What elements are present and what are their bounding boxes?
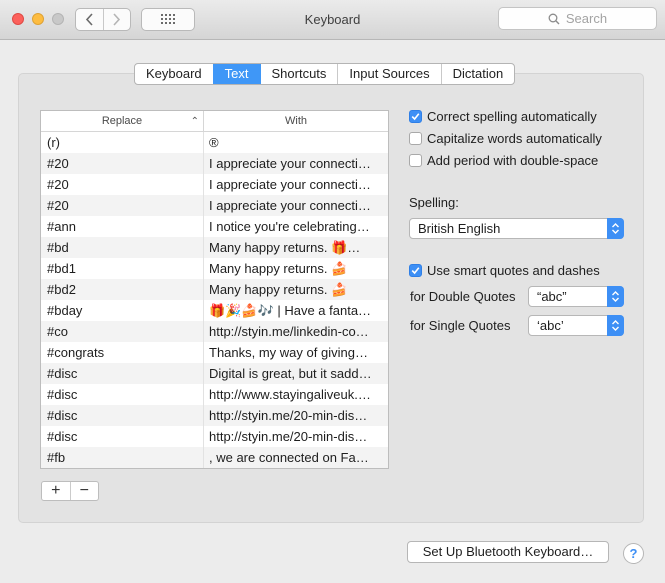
table-row[interactable]: #bd1 Many happy returns. 🍰 (41, 258, 388, 279)
table-row[interactable]: #disc http://styin.me/20-min-dis… (41, 405, 388, 426)
table-row[interactable]: #congrats Thanks, my way of giving… (41, 342, 388, 363)
cell-replace[interactable]: #20 (41, 153, 204, 174)
checkbox-unchecked-icon[interactable] (409, 154, 422, 167)
cell-replace[interactable]: #20 (41, 195, 204, 216)
cell-with[interactable]: ® (204, 132, 388, 153)
cell-replace[interactable]: #20 (41, 174, 204, 195)
column-header-replace-label: Replace (101, 115, 143, 127)
cell-with[interactable]: http://styin.me/20-min-dis… (204, 426, 388, 447)
search-icon (548, 13, 560, 24)
tab-shortcuts[interactable]: Shortcuts (259, 64, 338, 84)
table-row[interactable]: #co http://styin.me/linkedin-co… (41, 321, 388, 342)
add-remove-buttons: + − (41, 481, 99, 501)
cell-with[interactable]: , we are connected on Fa… (204, 447, 388, 468)
cell-replace[interactable]: #bd2 (41, 279, 204, 300)
spelling-popup[interactable]: British English (409, 218, 624, 239)
column-header-with[interactable]: With (204, 111, 388, 131)
table-row[interactable]: #ann I notice you're celebrating… (41, 216, 388, 237)
spelling-label: Spelling: (409, 195, 459, 210)
cell-replace[interactable]: #disc (41, 384, 204, 405)
table-row[interactable]: #bday 🎁🎉🍰🎶 | Have a fanta… (41, 300, 388, 321)
table-row[interactable]: #disc http://www.stayingaliveuk.… (41, 384, 388, 405)
cell-replace[interactable]: (r) (41, 132, 204, 153)
tab-input-sources[interactable]: Input Sources (337, 64, 440, 84)
smart-quotes-label: Use smart quotes and dashes (427, 263, 600, 278)
setup-bluetooth-keyboard-button[interactable]: Set Up Bluetooth Keyboard… (407, 541, 609, 563)
single-quotes-label: for Single Quotes (410, 318, 511, 333)
spelling-value: British English (418, 221, 501, 236)
table-body: (r) ® #20 I appreciate your connecti… #20 I… (41, 132, 388, 468)
cell-replace[interactable]: #co (41, 321, 204, 342)
table-row[interactable]: #fb , we are connected on Fa… (41, 447, 388, 468)
add-button[interactable]: + (42, 482, 70, 500)
smart-quotes-checkbox[interactable]: Use smart quotes and dashes (409, 263, 600, 278)
title-bar: Keyboard Search (0, 0, 665, 40)
table-row[interactable]: #disc Digital is great, but it sadd… (41, 363, 388, 384)
cell-with[interactable]: Digital is great, but it sadd… (204, 363, 388, 384)
checkbox-checked-icon[interactable] (409, 110, 422, 123)
cell-replace[interactable]: #disc (41, 405, 204, 426)
cell-replace[interactable]: #bd (41, 237, 204, 258)
double-quotes-value: “abc” (537, 289, 567, 304)
single-quotes-popup[interactable]: ‘abc’ (528, 315, 624, 336)
cell-replace[interactable]: #disc (41, 426, 204, 447)
table-row[interactable]: #disc http://styin.me/20-min-dis… (41, 426, 388, 447)
cell-with[interactable]: Thanks, my way of giving… (204, 342, 388, 363)
updown-arrows-icon (607, 218, 624, 239)
tab-keyboard[interactable]: Keyboard (135, 64, 213, 84)
search-placeholder: Search (565, 11, 608, 26)
table-row[interactable]: #bd2 Many happy returns. 🍰 (41, 279, 388, 300)
checkbox-unchecked-icon[interactable] (409, 132, 422, 145)
table-row[interactable]: #20 I appreciate your connecti… (41, 195, 388, 216)
correct-spelling-checkbox[interactable]: Correct spelling automatically (409, 109, 597, 124)
tab-text[interactable]: Text (212, 64, 260, 84)
add-period-label: Add period with double-space (427, 153, 599, 168)
tab-dictation[interactable]: Dictation (440, 64, 515, 84)
remove-button[interactable]: − (69, 482, 99, 500)
correct-spelling-label: Correct spelling automatically (427, 109, 597, 124)
add-period-checkbox[interactable]: Add period with double-space (409, 153, 598, 168)
cell-with[interactable]: Many happy returns. 🍰 (204, 258, 388, 279)
tab-bar: Keyboard Text Shortcuts Input Sources Di… (134, 63, 516, 85)
updown-arrows-icon (607, 315, 624, 336)
cell-replace[interactable]: #fb (41, 447, 204, 468)
text-replacement-table[interactable]: Replace ⌃ With (r) ® #20 I appreciate your… (40, 110, 389, 469)
table-row[interactable]: (r) ® (41, 132, 388, 153)
double-quotes-label: for Double Quotes (410, 289, 516, 304)
table-header: Replace ⌃ With (41, 111, 388, 132)
updown-arrows-icon (607, 286, 624, 307)
help-button[interactable]: ? (623, 543, 644, 564)
cell-with[interactable]: Many happy returns. 🍰 (204, 279, 388, 300)
cell-with[interactable]: Many happy returns. 🎁… (204, 237, 388, 258)
cell-replace[interactable]: #congrats (41, 342, 204, 363)
cell-replace[interactable]: #ann (41, 216, 204, 237)
cell-replace[interactable]: #disc (41, 363, 204, 384)
table-row[interactable]: #20 I appreciate your connecti… (41, 153, 388, 174)
cell-with[interactable]: 🎁🎉🍰🎶 | Have a fanta… (204, 300, 388, 321)
single-quotes-value: ‘abc’ (537, 318, 564, 333)
sort-ascending-icon: ⌃ (190, 116, 199, 127)
double-quotes-popup[interactable]: “abc” (528, 286, 624, 307)
capitalize-words-checkbox[interactable]: Capitalize words automatically (409, 131, 602, 146)
cell-with[interactable]: I appreciate your connecti… (204, 153, 388, 174)
cell-with[interactable]: http://styin.me/20-min-dis… (204, 405, 388, 426)
cell-replace[interactable]: #bday (41, 300, 204, 321)
column-header-replace[interactable]: Replace ⌃ (41, 111, 204, 131)
table-row[interactable]: #bd Many happy returns. 🎁… (41, 237, 388, 258)
cell-with[interactable]: I notice you're celebrating… (204, 216, 388, 237)
cell-with[interactable]: http://www.stayingaliveuk.… (204, 384, 388, 405)
search-field[interactable]: Search (498, 7, 657, 30)
cell-with[interactable]: I appreciate your connecti… (204, 174, 388, 195)
table-row[interactable]: #20 I appreciate your connecti… (41, 174, 388, 195)
checkbox-checked-icon[interactable] (409, 264, 422, 277)
capitalize-words-label: Capitalize words automatically (427, 131, 602, 146)
cell-replace[interactable]: #bd1 (41, 258, 204, 279)
cell-with[interactable]: I appreciate your connecti… (204, 195, 388, 216)
cell-with[interactable]: http://styin.me/linkedin-co… (204, 321, 388, 342)
